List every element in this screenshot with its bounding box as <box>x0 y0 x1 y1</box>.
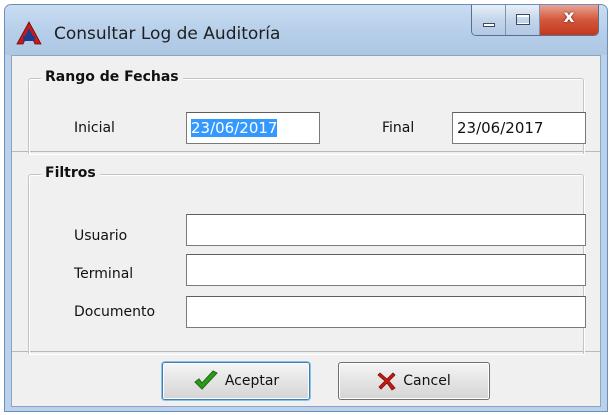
final-date-input[interactable]: 23/06/2017 <box>452 112 586 144</box>
minimize-icon <box>483 23 495 27</box>
app-logo-icon <box>16 21 42 45</box>
filters-legend: Filtros <box>41 165 100 181</box>
maximize-icon <box>516 14 530 25</box>
date-range-legend: Rango de Fechas <box>41 69 183 85</box>
cancel-button-label: Cancel <box>403 373 451 389</box>
minimize-button[interactable] <box>472 5 506 35</box>
filters-panel: Filtros Usuario Terminal Documento <box>12 152 600 354</box>
accept-button-label: Aceptar <box>224 373 280 389</box>
terminal-input[interactable] <box>186 254 586 286</box>
checkmark-icon <box>194 370 218 390</box>
date-range-panel: Rango de Fechas Inicial 23/06/2017 Final… <box>12 56 600 154</box>
document-label: Documento <box>74 304 156 320</box>
close-icon: x <box>563 7 575 27</box>
caption-buttons: x <box>471 5 599 36</box>
final-date-value: 23/06/2017 <box>457 119 544 137</box>
document-input[interactable] <box>186 296 586 328</box>
window-title: Consultar Log de Auditoría <box>54 24 281 44</box>
title-bar[interactable]: Consultar Log de Auditoría x <box>5 5 607 55</box>
initial-date-label: Inicial <box>74 120 115 136</box>
x-mark-icon <box>377 372 396 391</box>
user-input[interactable] <box>186 214 586 246</box>
user-label: Usuario <box>74 228 128 244</box>
initial-date-input[interactable]: 23/06/2017 <box>186 112 320 144</box>
cancel-button[interactable]: Cancel <box>338 362 490 400</box>
final-date-label: Final <box>382 120 415 136</box>
close-button[interactable]: x <box>540 5 598 35</box>
initial-date-value: 23/06/2017 <box>191 119 278 137</box>
accept-button[interactable]: Aceptar <box>162 362 310 400</box>
dialog-body: Rango de Fechas Inicial 23/06/2017 Final… <box>11 55 601 407</box>
dialog-window: Consultar Log de Auditoría x Rango de Fe… <box>4 4 608 412</box>
terminal-label: Terminal <box>74 266 134 282</box>
maximize-button[interactable] <box>506 5 540 35</box>
